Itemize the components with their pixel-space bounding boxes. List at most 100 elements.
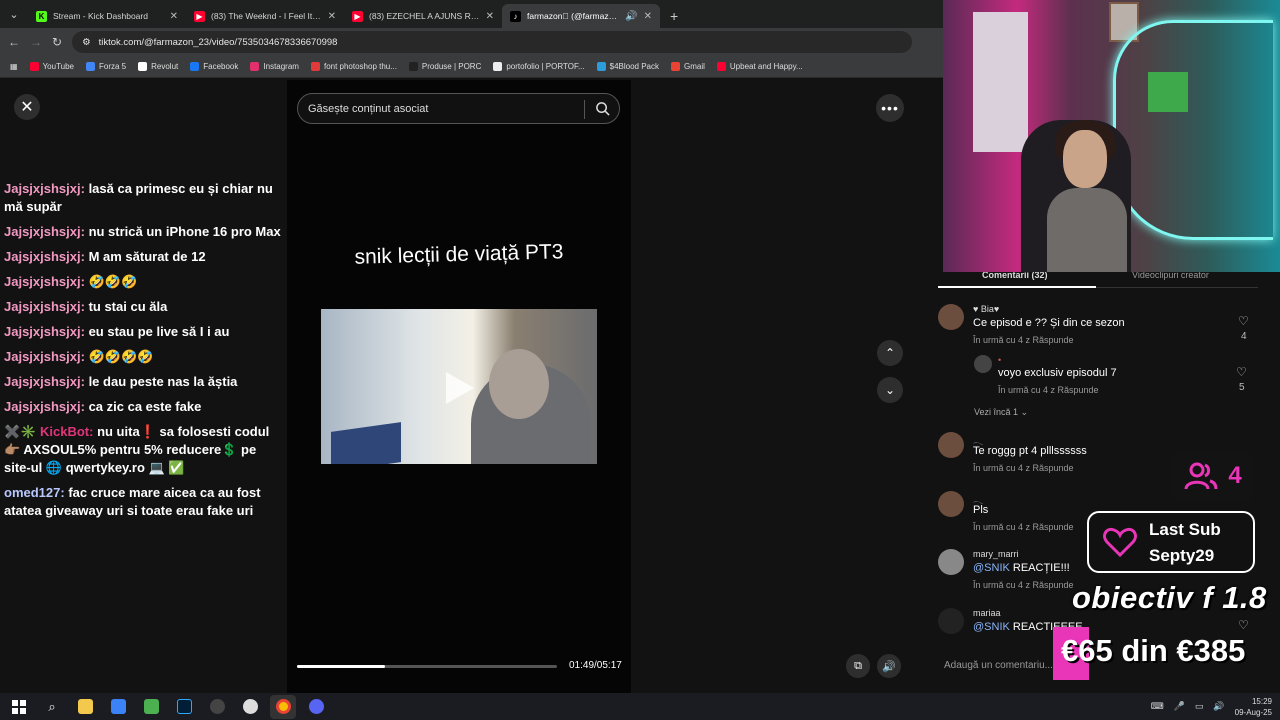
bookmark-label: portofolio | PORTOF... <box>506 62 585 71</box>
bookmark-blood-pack[interactable]: $4Blood Pack <box>596 62 659 71</box>
browser-tab-youtube-1[interactable]: ▶ (83) The Weeknd - I Feel It Com ✕ <box>186 4 344 28</box>
browser-tab-youtube-2[interactable]: ▶ (83) EZECHEL A AJUNS RAU DE ✕ <box>344 4 502 28</box>
heart-icon[interactable]: ♡ <box>1238 314 1249 328</box>
comment-text: @SNIK REACȚIE!!! <box>973 562 1070 574</box>
video-player[interactable]: Găsește conținut asociat snik lecții de … <box>287 80 631 693</box>
bookmark-upbeat[interactable]: Upbeat and Happy... <box>716 62 803 71</box>
mention-link[interactable]: @SNIK <box>973 621 1010 633</box>
browser-tab-tiktok[interactable]: ♪ farmazon  (@farmazon_23 🔊 ✕ <box>502 4 660 28</box>
store-icon[interactable] <box>105 695 131 719</box>
video-frame[interactable] <box>321 309 597 464</box>
streamer-face <box>1063 130 1107 188</box>
avatar[interactable] <box>938 549 964 575</box>
avatar[interactable] <box>974 355 992 373</box>
mention-link[interactable]: @SNIK <box>973 562 1010 574</box>
discord-icon[interactable] <box>303 695 329 719</box>
window-background <box>973 12 1028 152</box>
file-explorer-icon[interactable] <box>72 695 98 719</box>
google-icon <box>86 62 95 71</box>
video-progress-bar[interactable] <box>297 665 557 668</box>
url-text: tiktok.com/@farmazon_23/video/7535034678… <box>98 36 338 48</box>
viewer-count: 4 <box>1228 462 1242 489</box>
chat-text: nu strică un iPhone 16 pro Max <box>84 224 281 239</box>
bookmark-instagram[interactable]: Instagram <box>250 62 299 71</box>
avatar[interactable] <box>938 432 964 458</box>
keyboard-icon[interactable]: ⌨ <box>1151 701 1164 712</box>
bookmark-facebook[interactable]: Facebook <box>190 62 238 71</box>
like-count: 5 <box>1239 382 1245 393</box>
comment-text: Pls <box>973 504 989 516</box>
bookmark-revolut[interactable]: Revolut <box>138 62 178 71</box>
site-info-icon[interactable]: ⚙ <box>82 37 91 48</box>
back-icon[interactable]: ← <box>8 35 20 49</box>
heart-icon[interactable]: ♡ <box>1236 365 1247 379</box>
speaker-icon[interactable]: 🔊 <box>625 11 637 22</box>
clock-date: 09-Aug-25 <box>1234 707 1272 717</box>
previous-video-button[interactable]: ⌃ <box>877 340 903 366</box>
avatar[interactable] <box>938 491 964 517</box>
last-sub-widget: Last Sub Septy29 <box>1087 511 1255 573</box>
comment-meta[interactable]: În urmă cu 4 z Răspunde <box>998 385 1099 395</box>
obs-icon[interactable] <box>204 695 230 719</box>
close-icon[interactable]: ✕ <box>170 11 178 22</box>
search-icon[interactable] <box>595 101 610 116</box>
comment-author[interactable]: mary_marri <box>973 549 1019 559</box>
view-more-replies[interactable]: Vezi încă 1 ⌄ <box>974 407 1028 418</box>
chrome-icon[interactable] <box>270 694 296 719</box>
photoshop-icon[interactable] <box>171 695 197 719</box>
tab-search-chevron-icon[interactable]: ⌄ <box>0 0 28 28</box>
windows-start-icon[interactable] <box>6 695 32 719</box>
pip-icon[interactable]: ⧉ <box>846 654 870 678</box>
chat-message: Jajsjxjshsjxj: eu stau pe live să I i au <box>4 323 284 341</box>
chat-text: le dau peste nas la ăștia <box>84 374 238 389</box>
new-tab-button[interactable]: + <box>660 8 688 28</box>
comment-meta[interactable]: În urmă cu 4 z Răspunde <box>973 522 1074 532</box>
close-video-button[interactable]: ✕ <box>14 94 40 120</box>
comment-author[interactable]: • <box>998 355 1001 365</box>
chat-username: Jajsjxjshsjxj: <box>4 249 85 264</box>
reload-icon[interactable]: ↻ <box>52 35 62 49</box>
app-icon[interactable] <box>237 695 263 719</box>
bookmark-forza[interactable]: Forza 5 <box>86 62 126 71</box>
volume-icon[interactable]: 🔊 <box>877 654 901 678</box>
tab-label: (83) EZECHEL A AJUNS RAU DE <box>369 11 480 21</box>
comment-meta[interactable]: În urmă cu 4 z Răspunde <box>973 335 1074 345</box>
bookmark-portofolio[interactable]: portofolio | PORTOF... <box>493 62 585 71</box>
search-icon[interactable]: ⌕ <box>39 695 65 719</box>
man-head <box>489 349 549 419</box>
goal-title: obiectiv f 1.8 <box>1072 580 1267 615</box>
volume-tray-icon[interactable]: 🔊 <box>1213 701 1224 712</box>
next-video-button[interactable]: ⌄ <box>877 377 903 403</box>
comment-meta[interactable]: În urmă cu 4 z Răspunde <box>973 463 1074 473</box>
comment-author[interactable]: ♥ Bia♥ <box>973 304 999 314</box>
chat-text: 🤣🤣🤣 <box>84 274 138 289</box>
bookmark-porc[interactable]: Produse | PORC <box>408 62 481 71</box>
avatar[interactable] <box>938 608 964 634</box>
forward-icon[interactable]: → <box>30 35 42 49</box>
comment-meta[interactable]: În urmă cu 4 z Răspunde <box>973 580 1074 590</box>
minecraft-icon[interactable] <box>138 695 164 719</box>
play-icon[interactable] <box>446 372 474 404</box>
apps-grid-icon[interactable]: ▦ <box>10 62 18 71</box>
tab-label: (83) The Weeknd - I Feel It Com <box>211 11 322 21</box>
microphone-icon[interactable]: 🎤 <box>1174 701 1185 712</box>
related-search-input[interactable]: Găsește conținut asociat <box>297 93 620 124</box>
comment-author[interactable]: mariaa <box>973 608 1001 618</box>
stream-chat-overlay: Jajsjxjshsjxj: lasă ca primesc eu și chi… <box>4 180 284 527</box>
bookmark-font[interactable]: font photoshop thu... <box>310 62 397 71</box>
network-icon[interactable]: ▭ <box>1195 701 1204 712</box>
bookmark-youtube[interactable]: YouTube <box>29 62 74 71</box>
youtube-icon <box>716 62 726 71</box>
chat-message: Jajsjxjshsjxj: lasă ca primesc eu și chi… <box>4 180 284 216</box>
bookmark-gmail[interactable]: Gmail <box>671 62 705 71</box>
browser-tab-kick[interactable]: K Stream - Kick Dashboard ✕ <box>28 4 186 28</box>
clock[interactable]: 15:29 09-Aug-25 <box>1235 696 1272 718</box>
more-options-button[interactable]: ••• <box>876 94 904 122</box>
windows-taskbar: ⌕ ⌨ 🎤 ▭ 🔊 15:29 09-Aug-25 <box>0 693 1280 720</box>
close-icon[interactable]: ✕ <box>486 11 494 22</box>
avatar[interactable] <box>938 304 964 330</box>
url-bar[interactable]: ⚙ tiktok.com/@farmazon_23/video/75350346… <box>72 31 913 53</box>
close-icon[interactable]: ✕ <box>328 11 336 22</box>
close-icon[interactable]: ✕ <box>644 11 652 22</box>
instagram-icon <box>250 62 260 71</box>
